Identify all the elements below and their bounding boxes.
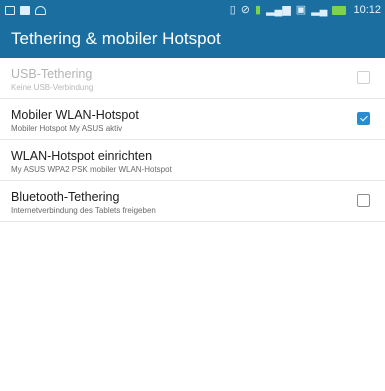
- usb-tethering-item: USB-Tethering Keine USB-Verbindung: [0, 58, 385, 99]
- wifi-hotspot-summary: Mobiler Hotspot My ASUS aktiv: [11, 124, 123, 133]
- signal-h-icon: ▂▄: [311, 3, 328, 16]
- bluetooth-tethering-item[interactable]: Bluetooth-Tethering Internetverbindung d…: [0, 181, 385, 222]
- page-title: Tethering & mobiler Hotspot: [11, 29, 221, 48]
- signal-icon: ▂▄▆: [266, 3, 291, 16]
- sim-icon: ▣: [295, 3, 307, 16]
- wifi-hotspot-title: Mobiler WLAN-Hotspot: [11, 108, 139, 122]
- app-bar: Tethering & mobiler Hotspot: [0, 20, 385, 58]
- usb-tethering-summary: Keine USB-Verbindung: [11, 83, 94, 92]
- bluetooth-tethering-summary: Internetverbindung des Tablets freigeben: [11, 206, 156, 215]
- status-bar: ▯ ⊘ ▮ ▂▄▆ ▣ ▂▄ 10:12: [0, 0, 385, 20]
- message-icon: [20, 5, 30, 15]
- hotspot-setup-summary: My ASUS WPA2 PSK mobiler WLAN-Hotspot: [11, 165, 172, 174]
- calendar-icon: [5, 5, 15, 15]
- vibrate-icon: ▯: [229, 3, 236, 16]
- status-time: 10:12: [353, 4, 381, 16]
- wifi-hotspot-checkbox[interactable]: [357, 112, 370, 125]
- settings-list: USB-Tethering Keine USB-Verbindung Mobil…: [0, 58, 385, 222]
- usb-tethering-title: USB-Tethering: [11, 67, 93, 81]
- status-right: ▯ ⊘ ▮ ▂▄▆ ▣ ▂▄ 10:12: [230, 4, 381, 16]
- status-left: [5, 5, 46, 15]
- sd-card-icon: ▮: [255, 3, 262, 16]
- wifi-hotspot-item[interactable]: Mobiler WLAN-Hotspot Mobiler Hotspot My …: [0, 99, 385, 140]
- wifi-icon: [35, 5, 46, 15]
- no-sim-icon: ⊘: [240, 3, 251, 16]
- hotspot-setup-item[interactable]: WLAN-Hotspot einrichten My ASUS WPA2 PSK…: [0, 140, 385, 181]
- battery-charging-icon: [332, 5, 347, 15]
- hotspot-setup-title: WLAN-Hotspot einrichten: [11, 149, 153, 163]
- usb-tethering-checkbox: [357, 71, 370, 84]
- bluetooth-tethering-title: Bluetooth-Tethering: [11, 190, 120, 204]
- bluetooth-tethering-checkbox[interactable]: [357, 194, 370, 207]
